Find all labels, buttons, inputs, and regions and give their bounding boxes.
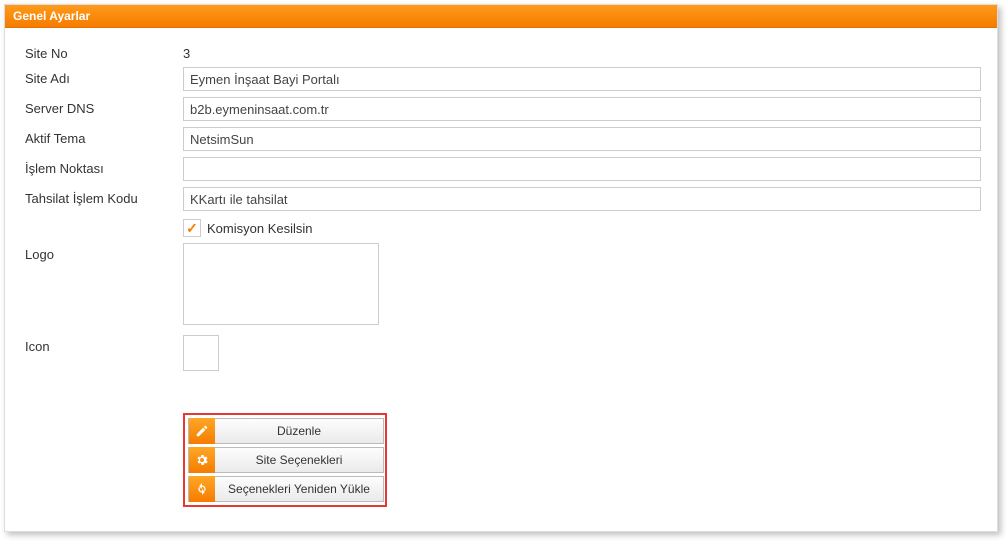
panel-body: Site No 3 Site Adı Server DNS Aktif Tema — [5, 28, 997, 531]
panel-title: Genel Ayarlar — [13, 9, 90, 23]
panel-header: Genel Ayarlar — [5, 5, 997, 28]
reload-options-button[interactable]: Seçenekleri Yeniden Yükle — [188, 476, 384, 502]
label-site-no: Site No — [25, 42, 183, 61]
row-aktif-tema: Aktif Tema — [25, 127, 987, 151]
edit-button[interactable]: Düzenle — [188, 418, 384, 444]
row-server-dns: Server DNS — [25, 97, 987, 121]
reload-options-button-label: Seçenekleri Yeniden Yükle — [215, 482, 383, 496]
gears-icon — [189, 447, 215, 473]
row-site-adi: Site Adı — [25, 67, 987, 91]
input-tahsilat-kodu[interactable] — [183, 187, 981, 211]
site-options-button[interactable]: Site Seçenekleri — [188, 447, 384, 473]
input-aktif-tema[interactable] — [183, 127, 981, 151]
label-islem-noktasi: İşlem Noktası — [25, 157, 183, 176]
label-server-dns: Server DNS — [25, 97, 183, 116]
row-komisyon: ✓ Komisyon Kesilsin — [25, 217, 987, 237]
label-logo: Logo — [25, 243, 183, 262]
row-tahsilat-kodu: Tahsilat İşlem Kodu — [25, 187, 987, 211]
edit-button-label: Düzenle — [215, 424, 383, 438]
checkbox-komisyon[interactable]: ✓ Komisyon Kesilsin — [183, 219, 981, 237]
logo-preview[interactable] — [183, 243, 379, 325]
input-server-dns[interactable] — [183, 97, 981, 121]
label-tahsilat-kodu: Tahsilat İşlem Kodu — [25, 187, 183, 206]
button-group-highlight: Düzenle Site Seçenekleri Seçenekleri Yen… — [183, 413, 387, 507]
pencil-icon — [189, 418, 215, 444]
check-icon: ✓ — [183, 219, 201, 237]
row-icon: Icon — [25, 335, 987, 371]
refresh-icon — [189, 476, 215, 502]
value-site-no: 3 — [183, 42, 981, 61]
label-icon: Icon — [25, 335, 183, 354]
site-options-button-label: Site Seçenekleri — [215, 453, 383, 467]
label-site-adi: Site Adı — [25, 67, 183, 86]
row-logo: Logo — [25, 243, 987, 325]
icon-preview[interactable] — [183, 335, 219, 371]
label-aktif-tema: Aktif Tema — [25, 127, 183, 146]
row-site-no: Site No 3 — [25, 42, 987, 61]
input-islem-noktasi[interactable] — [183, 157, 981, 181]
label-komisyon: Komisyon Kesilsin — [207, 221, 313, 236]
settings-panel: Genel Ayarlar Site No 3 Site Adı Server … — [4, 4, 998, 532]
row-islem-noktasi: İşlem Noktası — [25, 157, 987, 181]
row-buttons: Düzenle Site Seçenekleri Seçenekleri Yen… — [25, 377, 987, 507]
input-site-adi[interactable] — [183, 67, 981, 91]
